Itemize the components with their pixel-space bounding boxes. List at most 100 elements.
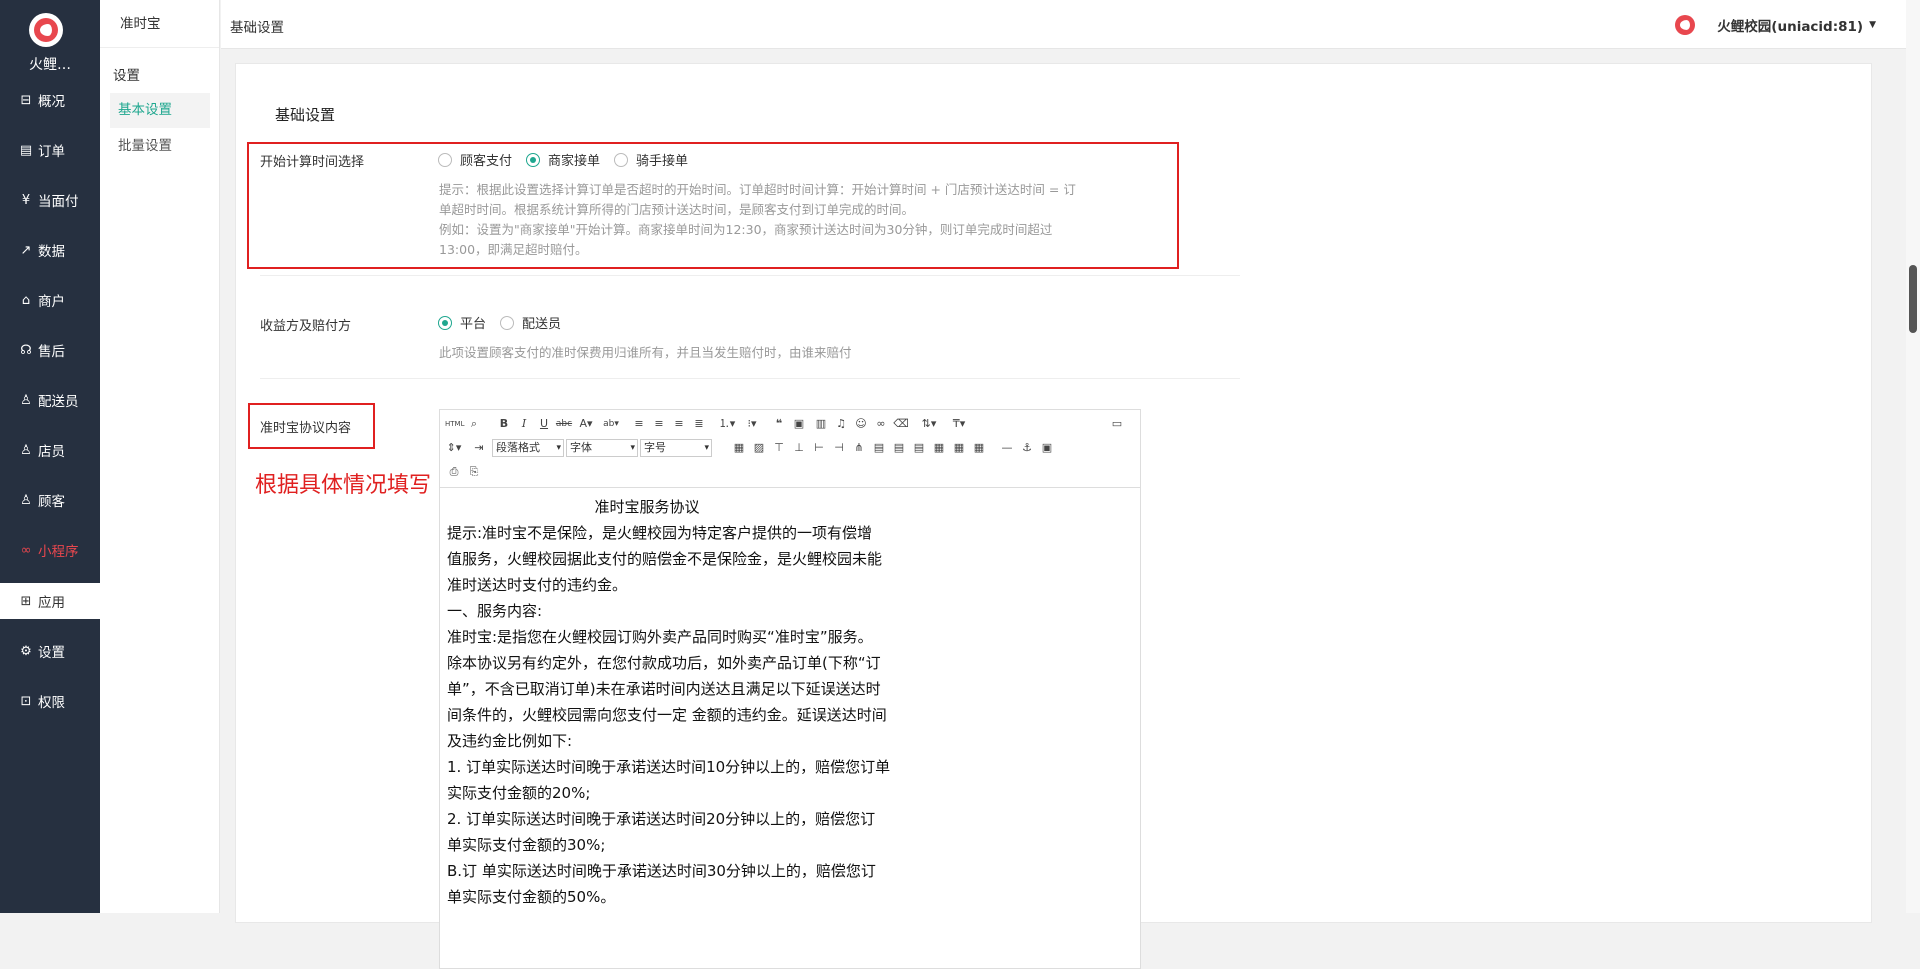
search-icon[interactable]: ⌕	[465, 416, 483, 432]
editor-content[interactable]: 准时宝服务协议 提示:准时宝不是保险，是火鲤校园为特定客户提供的一项有偿增 值服…	[447, 494, 927, 910]
bold-button[interactable]: B	[495, 416, 513, 432]
menu-group-settings: 设置	[113, 68, 140, 84]
align-right-icon[interactable]: ≡	[670, 416, 688, 432]
nav-item-clerks[interactable]: ♙ 店员	[0, 425, 100, 475]
user-menu[interactable]: 火鲤校园(uniacid:81) ▼	[1675, 15, 1876, 35]
start-time-label: 开始计算时间选择	[260, 155, 365, 170]
apps-icon: ⊞	[20, 593, 32, 609]
font-color-button[interactable]: A▾	[577, 416, 595, 432]
anchor-icon[interactable]: ⚓	[1018, 440, 1036, 456]
italic-button[interactable]: I	[515, 416, 533, 432]
radio-platform[interactable]: 平台	[438, 313, 486, 332]
doc-line: 及违约金比例如下:	[447, 732, 573, 750]
underline-button[interactable]: U	[535, 416, 553, 432]
video-icon[interactable]: ▥	[812, 416, 830, 432]
nav-item-facepay[interactable]: ¥ 当面付	[0, 175, 100, 225]
split-cells-icon[interactable]: ⋔	[850, 440, 868, 456]
horizontal-rule-icon[interactable]: —	[998, 440, 1016, 456]
highlight-color-button[interactable]: ab▾	[602, 416, 620, 432]
nav-item-aftersale[interactable]: ☊ 售后	[0, 325, 100, 375]
merge-down-icon[interactable]: ▤	[910, 440, 928, 456]
insert-caption-icon[interactable]: ⊤	[770, 440, 788, 456]
table-icon[interactable]: ▦	[730, 440, 748, 456]
beneficiary-hint: 此项设置顾客支付的准时保费用归谁所有，并且当发生赔付时，由谁来赔付	[439, 345, 852, 360]
table-props-icon[interactable]: ▨	[750, 440, 768, 456]
radio-customer-pay[interactable]: 顾客支付	[438, 150, 512, 169]
main-panel: 基础设置 开始计算时间选择 顾客支付 商家接单 骑手接单 提示：根据此设置选择计…	[235, 63, 1872, 969]
doc-line: 单”，不含已取消订单)未在承诺时间内送达且满足以下延误送达时	[447, 680, 881, 698]
top-header: 基础设置 火鲤校园(uniacid:81) ▼	[221, 0, 1920, 49]
doc-line: 除本协议另有约定外，在您付款成功后，如外卖产品订单(下称“订	[447, 654, 881, 672]
rich-text-editor[interactable]: HTML ⌕ B I U abc A▾ ab▾ ≡ ≡ ≡ ≣ ⒈▾ ⁝▾ ❝ …	[439, 409, 1141, 969]
paragraph-format-select[interactable]: 段落格式	[492, 439, 564, 457]
paste-icon[interactable]: ⎘	[465, 464, 483, 480]
brand-logo[interactable]	[29, 13, 63, 47]
emotion-icon[interactable]: ☺	[852, 416, 870, 432]
align-center-icon[interactable]: ≡	[650, 416, 668, 432]
courier-icon: ♙	[20, 392, 32, 408]
delete-table-icon[interactable]: ▦	[970, 440, 988, 456]
strikethrough-button[interactable]: abc	[555, 416, 573, 432]
link-icon[interactable]: ∞	[872, 416, 890, 432]
radio-courier[interactable]: 配送员	[500, 313, 561, 332]
fullscreen-icon[interactable]: ▭	[1108, 416, 1126, 432]
page-scrollbar[interactable]	[1906, 0, 1920, 913]
font-size-select[interactable]: 字号	[640, 439, 712, 457]
insert-row-icon[interactable]: ⊥	[790, 440, 808, 456]
yuan-icon: ¥	[21, 192, 31, 208]
radio-circle	[614, 152, 629, 167]
align-justify-icon[interactable]: ≣	[690, 416, 708, 432]
secondary-menu-title: 准时宝	[100, 0, 219, 48]
radio-rider-accept[interactable]: 骑手接单	[614, 150, 688, 169]
secondary-menu: 准时宝 设置 基本设置 批量设置	[100, 0, 220, 913]
scrollbar-thumb[interactable]	[1909, 265, 1917, 333]
indent-icon[interactable]: ⇥	[470, 440, 488, 456]
text-format-icon[interactable]: ₸▾	[950, 416, 968, 432]
nav-item-couriers[interactable]: ♙ 配送员	[0, 375, 100, 425]
brand-name: 火鲤…	[29, 57, 71, 73]
split-to-rows-icon[interactable]: ▦	[930, 440, 948, 456]
nav-item-miniprogram[interactable]: ∞ 小程序	[0, 525, 100, 575]
insert-column-icon[interactable]: ⊢	[810, 440, 828, 456]
ordered-list-icon[interactable]: ⒈▾	[718, 416, 736, 432]
merge-right-icon[interactable]: ▤	[890, 440, 908, 456]
aftersale-icon: ☊	[20, 342, 32, 358]
nav-item-settings[interactable]: ⚙ 设置	[0, 626, 100, 676]
nav-item-customers[interactable]: ♙ 顾客	[0, 475, 100, 525]
align-left-icon[interactable]: ≡	[630, 416, 648, 432]
merge-cells-icon[interactable]: ▤	[870, 440, 888, 456]
doc-line: 单实际支付金额的50%。	[447, 888, 616, 906]
paragraph-spacing-icon[interactable]: ⇅▾	[920, 416, 938, 432]
doc-line: 实际支付金额的20%;	[447, 784, 591, 802]
music-icon[interactable]: ♫	[832, 416, 850, 432]
menu-item-batch-settings[interactable]: 批量设置	[110, 129, 210, 164]
radio-merchant-accept[interactable]: 商家接单	[526, 150, 600, 169]
menu-item-basic-settings[interactable]: 基本设置	[110, 93, 210, 128]
start-time-hint: 提示：根据此设置选择计算订单是否超时的开始时间。订单超时时间计算：开始计算时间 …	[439, 182, 1076, 257]
nav-item-overview[interactable]: ⊟ 概况	[0, 75, 100, 125]
breadcrumb: 基础设置	[230, 20, 284, 36]
image-icon[interactable]: ▣	[790, 416, 808, 432]
line-height-icon[interactable]: ⇕▾	[445, 440, 463, 456]
font-family-select[interactable]: 字体	[566, 439, 638, 457]
nav-item-merchants[interactable]: ⌂ 商户	[0, 275, 100, 325]
html-source-button[interactable]: HTML	[445, 416, 464, 432]
nav-item-permissions[interactable]: ⊡ 权限	[0, 676, 100, 726]
nav-item-apps[interactable]: ⊞ 应用	[0, 583, 100, 619]
radio-circle-selected	[526, 152, 541, 167]
insert-image-icon[interactable]: ▣	[1038, 440, 1056, 456]
split-to-cols-icon[interactable]: ▦	[950, 440, 968, 456]
blockquote-icon[interactable]: ❝	[770, 416, 788, 432]
order-icon: ▤	[19, 142, 33, 158]
chart-icon: ↗	[20, 242, 32, 258]
section-title: 基础设置	[275, 106, 336, 124]
nav-item-data[interactable]: ↗ 数据	[0, 225, 100, 275]
delete-column-icon[interactable]: ⊣	[830, 440, 848, 456]
print-icon[interactable]: ⎙	[445, 464, 463, 480]
clerk-icon: ♙	[20, 442, 32, 458]
user-name: 火鲤校园(uniacid:81)	[1717, 19, 1864, 35]
nav-item-orders[interactable]: ▤ 订单	[0, 125, 100, 175]
unordered-list-icon[interactable]: ⁝▾	[743, 416, 761, 432]
eraser-icon[interactable]: ⌫	[892, 416, 910, 432]
doc-line: 准时宝:是指您在火鲤校园订购外卖产品同时购买“准时宝”服务。	[447, 628, 873, 646]
